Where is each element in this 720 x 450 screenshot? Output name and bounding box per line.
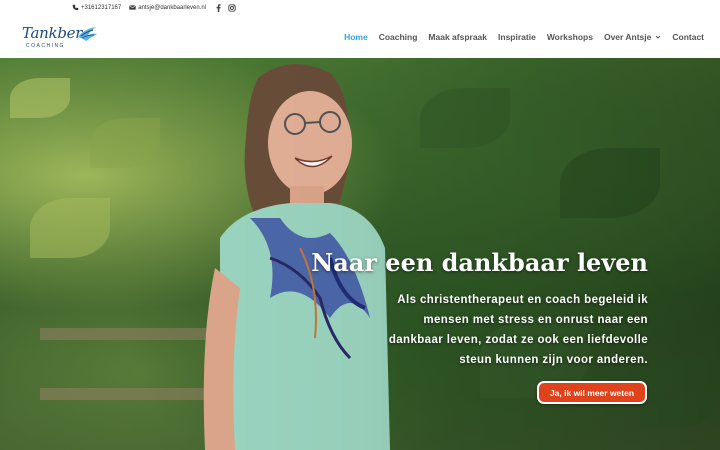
email-contact[interactable]: antsje@dankbaarleven.nl bbox=[129, 4, 206, 11]
nav-item-workshops[interactable]: Workshops bbox=[547, 32, 593, 42]
envelope-icon bbox=[129, 5, 137, 10]
facebook-icon[interactable] bbox=[214, 3, 222, 12]
chevron-down-icon bbox=[656, 35, 661, 39]
site-logo[interactable]: Tankber COACHING bbox=[20, 21, 97, 53]
phone-contact[interactable]: +31612317167 bbox=[72, 4, 121, 11]
hero-section: Naar een dankbaar leven Als christenther… bbox=[0, 58, 720, 450]
bird-logo-icon bbox=[78, 27, 97, 41]
phone-number: +31612317167 bbox=[81, 4, 122, 11]
hero-title: Naar een dankbaar leven bbox=[311, 248, 648, 277]
hero-description: Als christentherapeut en coach begeleid … bbox=[388, 294, 648, 366]
nav-item-inspiratie[interactable]: Inspiratie bbox=[498, 32, 536, 42]
nav-label: Inspiratie bbox=[498, 31, 536, 42]
nav-label: Over Antsje bbox=[603, 31, 652, 42]
nav-item-coaching[interactable]: Coaching bbox=[379, 32, 418, 42]
instagram-icon[interactable] bbox=[228, 3, 236, 12]
logo-name: Tankber bbox=[22, 24, 83, 42]
cta-button[interactable]: Ja, ik wil meer weten bbox=[537, 381, 647, 404]
nav-label: Workshops bbox=[546, 31, 593, 42]
main-navigation: Home Coaching Maak afspraak Inspiratie W… bbox=[333, 15, 704, 58]
nav-label: Maak afspraak bbox=[428, 31, 488, 42]
top-bar: +31612317167 antsje@dankbaarleven.nl bbox=[0, 0, 720, 15]
nav-label: Coaching bbox=[378, 31, 418, 42]
nav-item-over-antsje[interactable]: Over Antsje bbox=[604, 32, 661, 42]
site-header: Tankber COACHING Home Coaching Maak afsp… bbox=[0, 15, 720, 58]
nav-item-home[interactable]: Home bbox=[344, 32, 368, 42]
nav-label: Contact bbox=[672, 31, 704, 42]
nav-item-maak-afspraak[interactable]: Maak afspraak bbox=[428, 32, 487, 42]
phone-icon bbox=[72, 4, 79, 11]
email-address: antsje@dankbaarleven.nl bbox=[138, 4, 207, 11]
nav-item-contact[interactable]: Contact bbox=[672, 32, 704, 42]
nav-label: Home bbox=[344, 31, 368, 42]
logo-subtitle: COACHING bbox=[26, 43, 65, 49]
